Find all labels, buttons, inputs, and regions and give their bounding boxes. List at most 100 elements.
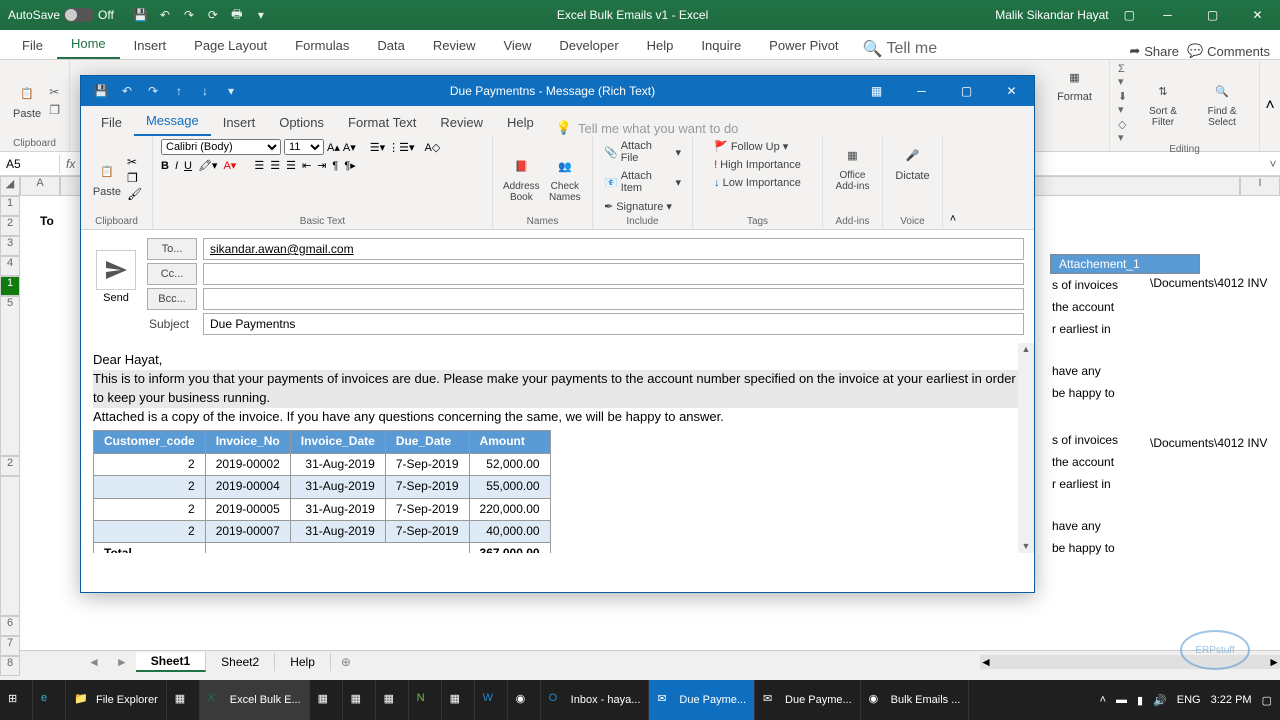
- office-addins-button[interactable]: ▦ Office Add-ins: [831, 139, 874, 194]
- signature-button[interactable]: ✒Signature▾: [601, 199, 675, 214]
- task-icon-4[interactable]: ▦: [376, 680, 409, 720]
- cut-icon[interactable]: ✂: [49, 85, 60, 99]
- row-sub-blank[interactable]: [0, 476, 20, 616]
- ol-paste-button[interactable]: 📋 Paste: [91, 155, 123, 200]
- tab-home[interactable]: Home: [57, 30, 120, 59]
- shrink-font-icon[interactable]: A▾: [343, 141, 356, 154]
- tab-formulas[interactable]: Formulas: [281, 32, 363, 59]
- ol-tab-help[interactable]: Help: [495, 109, 546, 136]
- row-7[interactable]: 7: [0, 636, 20, 656]
- close-button[interactable]: ✕: [989, 76, 1034, 106]
- user-name[interactable]: Malik Sikandar Hayat: [995, 8, 1108, 22]
- subject-input[interactable]: [203, 313, 1024, 335]
- to-input[interactable]: [203, 238, 1024, 260]
- tab-page-layout[interactable]: Page Layout: [180, 32, 281, 59]
- autosave-toggle[interactable]: AutoSave Off: [0, 8, 122, 22]
- email-body[interactable]: Dear Hayat, This is to inform you that y…: [81, 343, 1034, 553]
- minimize-button[interactable]: ─: [899, 76, 944, 106]
- find-select-button[interactable]: 🔍 Find & Select: [1193, 78, 1251, 130]
- collapse-ribbon[interactable]: ˄: [1260, 60, 1280, 151]
- comments-button[interactable]: 💬 Comments: [1187, 43, 1270, 59]
- scroll-up-icon[interactable]: ▲: [1018, 343, 1034, 356]
- fx-icon[interactable]: fx: [66, 157, 75, 171]
- clear-icon[interactable]: ◇ ▾: [1118, 118, 1133, 144]
- tab-developer[interactable]: Developer: [545, 32, 632, 59]
- italic-icon[interactable]: I: [175, 160, 178, 172]
- ribbon-options-button[interactable]: ▦: [854, 76, 899, 106]
- high-importance-button[interactable]: !High Importance: [711, 158, 804, 172]
- paste-button[interactable]: 📋 Paste: [9, 80, 45, 122]
- bullets-icon[interactable]: ☰▾: [370, 141, 385, 154]
- formula-expand[interactable]: ˅: [1266, 157, 1280, 171]
- copy-icon[interactable]: ❐: [127, 171, 142, 185]
- more-icon[interactable]: ▾: [252, 6, 270, 24]
- tab-view[interactable]: View: [489, 32, 545, 59]
- sort-filter-button[interactable]: ⇅ Sort & Filter: [1137, 78, 1189, 130]
- autosum-icon[interactable]: Σ ▾: [1118, 63, 1133, 88]
- print-icon[interactable]: 🖶: [228, 6, 246, 24]
- redo-icon[interactable]: ↷: [180, 6, 198, 24]
- share-button[interactable]: ➦ Share: [1129, 43, 1179, 59]
- tray-up-icon[interactable]: ˄: [1100, 694, 1106, 706]
- align-center-icon[interactable]: ☰: [270, 159, 280, 172]
- dictate-button[interactable]: 🎤 Dictate: [893, 139, 931, 184]
- sync-icon[interactable]: ⟳: [204, 6, 222, 24]
- close-button[interactable]: ✕: [1235, 0, 1280, 30]
- sheet-tab-1[interactable]: Sheet1: [136, 652, 206, 672]
- chrome-task[interactable]: ◉: [508, 680, 541, 720]
- sheet-tab-2[interactable]: Sheet2: [206, 653, 275, 671]
- ribbon-display-icon[interactable]: ▢: [1124, 8, 1135, 22]
- format-painter-icon[interactable]: 🖌: [127, 187, 142, 201]
- format-button[interactable]: ▦ Format: [1053, 63, 1096, 105]
- clock[interactable]: 3:22 PM: [1211, 694, 1252, 706]
- more-icon[interactable]: ▾: [221, 81, 241, 101]
- follow-up-button[interactable]: 🚩Follow Up▾: [711, 139, 791, 154]
- grow-font-icon[interactable]: A▴: [327, 141, 340, 154]
- file-explorer-task[interactable]: 📁File Explorer: [66, 680, 167, 720]
- row-6[interactable]: 6: [0, 616, 20, 636]
- task-icon-6[interactable]: ▦: [442, 680, 475, 720]
- indent-left-icon[interactable]: ⇤: [302, 159, 311, 172]
- to-button[interactable]: To...: [147, 238, 197, 260]
- font-size-select[interactable]: 11: [284, 139, 324, 155]
- ol-tab-insert[interactable]: Insert: [211, 109, 268, 136]
- ol-tab-review[interactable]: Review: [428, 109, 495, 136]
- ol-tab-format-text[interactable]: Format Text: [336, 109, 428, 136]
- due-payme-task-2[interactable]: ✉Due Payme...: [755, 680, 861, 720]
- cc-input[interactable]: [203, 263, 1024, 285]
- tab-review[interactable]: Review: [419, 32, 490, 59]
- row-2[interactable]: 2: [0, 216, 20, 236]
- bulk-emails-task[interactable]: ◉Bulk Emails ...: [861, 680, 970, 720]
- task-icon-5[interactable]: N: [409, 680, 442, 720]
- up-icon[interactable]: ↑: [169, 81, 189, 101]
- name-box[interactable]: A5: [0, 155, 60, 173]
- numbering-icon[interactable]: ⋮☰▾: [388, 141, 414, 154]
- down-icon[interactable]: ↓: [195, 81, 215, 101]
- tab-file[interactable]: File: [8, 32, 57, 59]
- cc-button[interactable]: Cc...: [147, 263, 197, 285]
- address-book-button[interactable]: 📕 Address Book: [501, 150, 542, 205]
- send-button[interactable]: [96, 250, 136, 290]
- attach-item-button[interactable]: 📧Attach Item▾: [601, 169, 684, 195]
- row-sub2[interactable]: 2: [0, 456, 20, 476]
- bcc-button[interactable]: Bcc...: [147, 288, 197, 310]
- redo-icon[interactable]: ↷: [143, 81, 163, 101]
- ol-tell-me[interactable]: 💡 Tell me what you want to do: [546, 120, 739, 136]
- copy-icon[interactable]: ❐: [49, 103, 60, 117]
- sheet-tab-help[interactable]: Help: [275, 653, 331, 671]
- font-select[interactable]: Calibri (Body): [161, 139, 281, 155]
- align-right-icon[interactable]: ☰: [286, 159, 296, 172]
- bold-icon[interactable]: B: [161, 160, 169, 172]
- wifi-icon[interactable]: ▮: [1137, 694, 1143, 707]
- attachment-header[interactable]: ▾ Attachement_1: [1050, 254, 1200, 274]
- undo-icon[interactable]: ↶: [117, 81, 137, 101]
- ol-tab-options[interactable]: Options: [267, 109, 336, 136]
- tell-me-search[interactable]: 🔍 Tell me: [863, 39, 938, 59]
- inbox-task[interactable]: OInbox - haya...: [541, 680, 650, 720]
- maximize-button[interactable]: ▢: [944, 76, 989, 106]
- undo-icon[interactable]: ↶: [156, 6, 174, 24]
- start-button[interactable]: ⊞: [0, 680, 33, 720]
- row-8[interactable]: 8: [0, 656, 20, 676]
- notifications-icon[interactable]: ▢: [1262, 694, 1272, 707]
- align-left-icon[interactable]: ☰: [254, 159, 264, 172]
